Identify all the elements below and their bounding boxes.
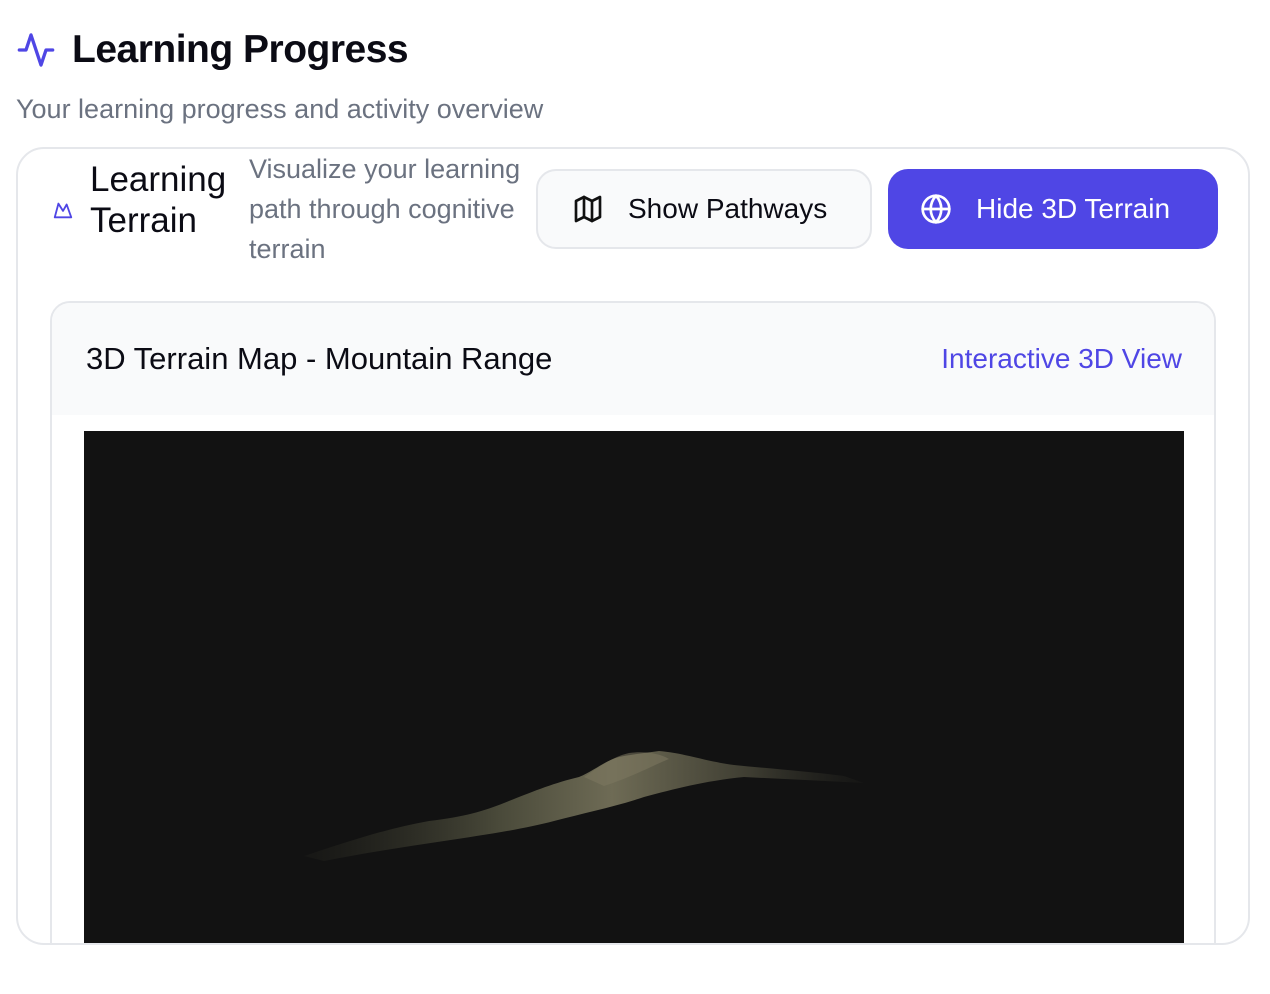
learning-terrain-card: Learning Terrain Visualize your learning… xyxy=(16,147,1250,945)
map-icon xyxy=(574,195,602,223)
mountain-icon xyxy=(53,202,73,219)
activity-icon xyxy=(17,33,55,67)
terrain-ridge xyxy=(304,751,864,861)
page-title: Learning Progress xyxy=(72,28,409,71)
terrain-3d-canvas[interactable] xyxy=(84,431,1184,943)
hide-3d-terrain-button[interactable]: Hide 3D Terrain xyxy=(888,169,1218,249)
globe-icon xyxy=(921,194,951,224)
section-description: Visualize your learning path through cog… xyxy=(249,154,521,264)
terrain-map-title: 3D Terrain Map - Mountain Range xyxy=(86,341,553,376)
show-pathways-label: Show Pathways xyxy=(628,193,828,224)
terrain-map-panel: 3D Terrain Map - Mountain Range Interact… xyxy=(50,301,1216,943)
section-title: Learning Terrain xyxy=(90,160,227,240)
hide-3d-terrain-label: Hide 3D Terrain xyxy=(976,193,1171,224)
terrain-panel-header: 3D Terrain Map - Mountain Range Interact… xyxy=(52,303,1214,415)
page-header: Learning Progress xyxy=(16,28,409,72)
interactive-3d-view-link[interactable]: Interactive 3D View xyxy=(941,343,1182,375)
show-pathways-button[interactable]: Show Pathways xyxy=(536,169,872,249)
page-subtitle: Your learning progress and activity over… xyxy=(16,94,544,124)
terrain-render xyxy=(304,751,864,861)
